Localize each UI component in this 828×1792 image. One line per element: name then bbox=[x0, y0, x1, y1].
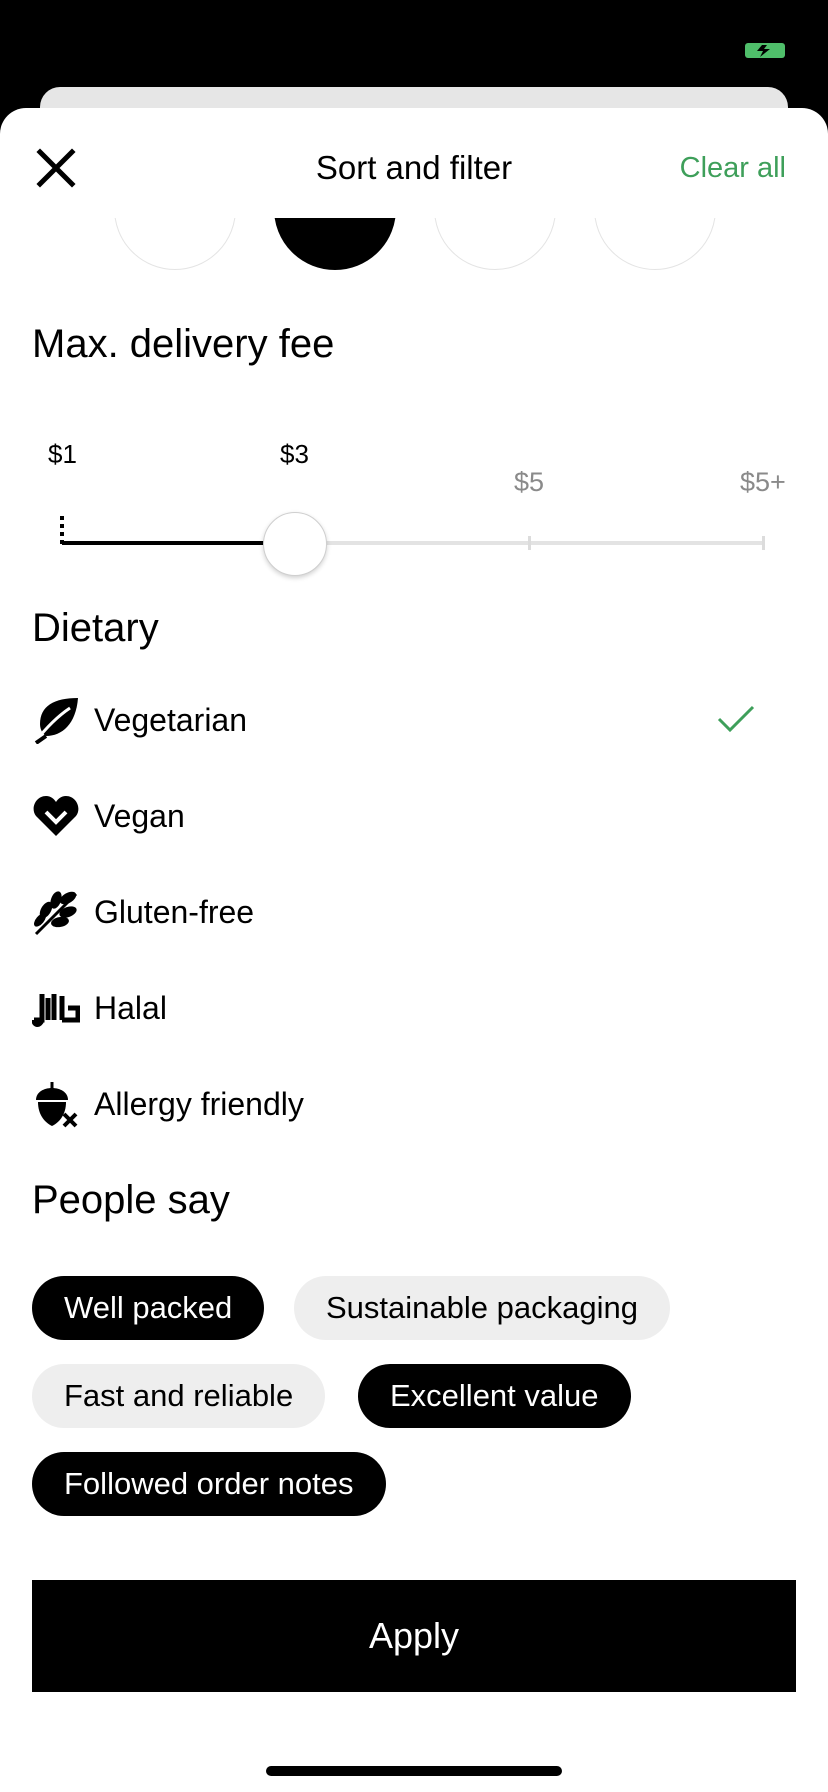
dietary-label: Gluten-free bbox=[94, 894, 255, 930]
dietary-title: Dietary bbox=[32, 606, 159, 650]
price-option[interactable] bbox=[114, 218, 236, 270]
clear-all-button[interactable]: Clear all bbox=[680, 146, 786, 190]
slider-label-5-plus: $5+ bbox=[740, 467, 786, 497]
price-option[interactable] bbox=[434, 218, 556, 270]
slider-tick bbox=[762, 536, 765, 550]
delivery-fee-slider[interactable]: $1 $3 $5 $5+ bbox=[48, 438, 788, 578]
wheat-icon bbox=[34, 891, 78, 936]
price-option[interactable] bbox=[594, 218, 716, 270]
check-icon bbox=[717, 705, 755, 733]
slider-label-1: $1 bbox=[48, 439, 77, 469]
dietary-label: Allergy friendly bbox=[94, 1086, 304, 1122]
leaf-icon bbox=[33, 698, 78, 744]
dietary-label: Vegan bbox=[94, 798, 185, 834]
dietary-label: Halal bbox=[94, 990, 167, 1026]
slider-start-marker bbox=[60, 516, 64, 546]
acorn-x-icon bbox=[36, 1082, 78, 1128]
slider-thumb[interactable] bbox=[263, 512, 327, 576]
delivery-fee-title: Max. delivery fee bbox=[32, 322, 335, 366]
slider-label-3: $3 bbox=[280, 439, 309, 469]
heart-icon bbox=[33, 796, 79, 836]
dietary-item-halal[interactable]: Halal bbox=[32, 964, 796, 1044]
chip-fast-and-reliable[interactable]: Fast and reliable bbox=[32, 1364, 326, 1428]
battery-icon bbox=[745, 43, 785, 58]
chip-followed-order-notes[interactable]: Followed order notes bbox=[32, 1452, 386, 1516]
dietary-item-allergy-friendly[interactable]: Allergy friendly bbox=[32, 1060, 796, 1140]
dietary-item-gluten-free[interactable]: Gluten-free bbox=[32, 868, 796, 948]
dietary-label: Vegetarian bbox=[94, 702, 248, 738]
sheet-header: Sort and filter Clear all bbox=[0, 108, 828, 218]
dietary-item-vegetarian[interactable]: Vegetarian bbox=[32, 676, 796, 756]
dietary-item-vegan[interactable]: Vegan bbox=[32, 772, 796, 852]
price-option-selected[interactable] bbox=[274, 218, 396, 270]
filter-sheet: Sort and filter Clear all Max. delivery … bbox=[0, 108, 828, 1792]
chip-sustainable-packaging[interactable]: Sustainable packaging bbox=[294, 1276, 670, 1340]
people-say-title: People say bbox=[32, 1178, 230, 1222]
home-indicator bbox=[266, 1766, 562, 1776]
slider-tick bbox=[528, 536, 531, 550]
apply-button[interactable]: Apply bbox=[32, 1580, 796, 1692]
slider-label-5: $5 bbox=[514, 467, 545, 497]
chip-excellent-value[interactable]: Excellent value bbox=[358, 1364, 631, 1428]
chip-well-packed[interactable]: Well packed bbox=[32, 1276, 265, 1340]
halal-icon bbox=[32, 994, 80, 1027]
slider-track-filled bbox=[62, 541, 296, 545]
